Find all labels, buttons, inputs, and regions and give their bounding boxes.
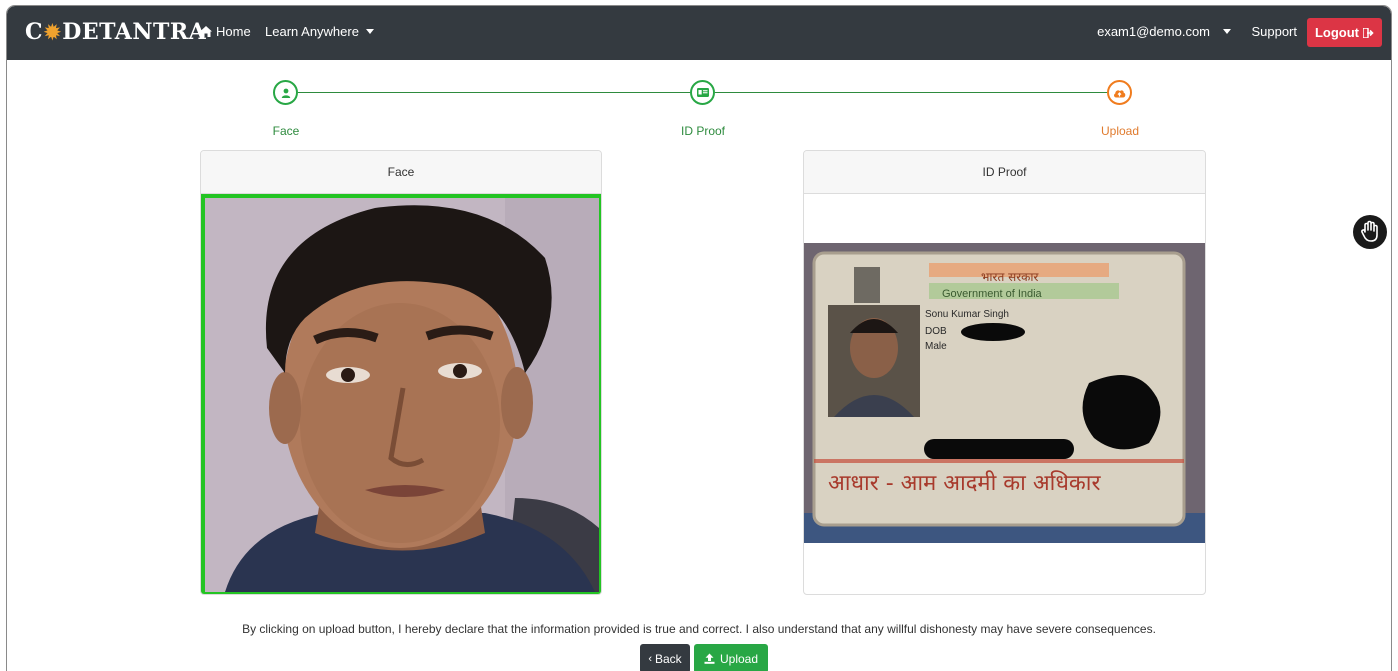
id-card-gender: Male — [925, 341, 947, 352]
face-capture-image — [201, 194, 601, 594]
nav-home-label: Home — [216, 24, 251, 39]
brand-logo-text: DETANTRA — [62, 19, 207, 45]
back-label: Back — [654, 651, 682, 666]
logout-label: Logout — [1314, 25, 1360, 40]
cloud-upload-icon — [1114, 89, 1126, 97]
id-card-footer-text: आधार - आम आदमी का अधिकार — [828, 471, 1101, 496]
raise-hand-button[interactable] — [1353, 215, 1387, 249]
user-icon — [281, 88, 290, 98]
nav-learn-anywhere-dropdown[interactable]: Learn Anywhere — [265, 24, 374, 39]
stepper-line-2 — [715, 92, 1107, 93]
id-card-gov-english: Government of India — [942, 288, 1042, 300]
id-proof-card: ID Proof भारत सरकार Government of India … — [803, 150, 1206, 595]
nav-learn-label: Learn Anywhere — [265, 24, 359, 39]
step-id-proof — [690, 80, 715, 105]
logout-button[interactable]: Logout — [1307, 18, 1382, 47]
nav-support-link[interactable]: Support — [1251, 24, 1297, 39]
stepper-line-1 — [298, 92, 690, 93]
chevron-left-icon: ‹ — [648, 652, 652, 665]
back-button[interactable]: ‹ Back — [640, 644, 690, 671]
upload-label: Upload — [719, 651, 759, 666]
upload-button[interactable]: Upload — [694, 644, 768, 671]
step-label-id-proof: ID Proof — [680, 124, 725, 138]
step-label-upload: Upload — [1100, 124, 1140, 138]
brand-logo[interactable]: C ✹ DETANTRA — [25, 19, 206, 45]
id-card-gov-hindi: भारत सरकार — [981, 270, 1039, 284]
face-card: Face — [200, 150, 602, 595]
id-card-icon — [696, 88, 709, 97]
app-window: C ✹ DETANTRA Home Learn Anywhere exam1@dem… — [6, 5, 1392, 671]
declaration-text: By clicking on upload button, I hereby d… — [242, 622, 1156, 636]
chevron-down-icon — [1223, 29, 1231, 34]
id-card-dob: DOB — [925, 326, 947, 337]
upload-icon — [704, 653, 715, 664]
hand-icon — [1361, 220, 1378, 242]
step-upload — [1107, 80, 1132, 105]
top-navbar: C ✹ DETANTRA Home Learn Anywhere exam1@dem… — [7, 6, 1391, 60]
id-proof-card-header: ID Proof — [804, 151, 1205, 194]
nav-home-link[interactable]: Home — [200, 24, 251, 39]
face-photo-illustration — [205, 198, 599, 592]
id-card-name: Sonu Kumar Singh — [925, 309, 1009, 320]
gear-icon: ✹ — [44, 20, 62, 44]
chevron-down-icon — [365, 29, 374, 34]
face-card-header: Face — [201, 151, 601, 194]
sign-out-icon — [1363, 27, 1374, 38]
step-face — [273, 80, 298, 105]
id-proof-image: भारत सरकार Government of India Sonu Kuma… — [804, 243, 1205, 543]
home-icon — [200, 26, 212, 37]
user-menu-dropdown[interactable]: exam1@demo.com — [1097, 24, 1231, 39]
step-label-face: Face — [272, 124, 300, 138]
brand-logo-c: C — [25, 19, 44, 45]
user-email: exam1@demo.com — [1097, 24, 1210, 39]
